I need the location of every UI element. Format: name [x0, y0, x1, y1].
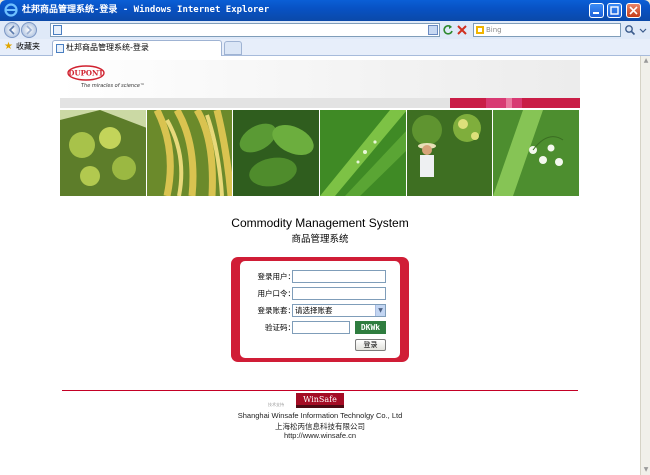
photo-leaves: [233, 110, 320, 196]
photo-rice: [146, 110, 233, 196]
bing-icon: [476, 26, 484, 34]
photo-chestnuts: [60, 110, 146, 196]
photo-farmer: [406, 110, 493, 196]
password-input[interactable]: [292, 287, 386, 300]
page-content: DUPONT The miracles of science™ Commodit…: [0, 56, 640, 475]
powered-by-label: 技术支持: [268, 402, 284, 407]
tab-title: 杜邦商品管理系统-登录: [66, 43, 149, 52]
captcha-image[interactable]: DKWk: [355, 321, 386, 334]
winsafe-logo: WinSafe: [296, 393, 344, 408]
photo-strip: [60, 110, 580, 196]
back-button[interactable]: [4, 22, 20, 38]
refresh-icon[interactable]: [442, 24, 454, 36]
captcha-row: 验证码： DKWk: [240, 320, 400, 335]
search-input[interactable]: Bing: [486, 26, 502, 34]
window-title: 杜邦商品管理系统-登录 - Windows Internet Explorer: [22, 5, 270, 15]
favorites-label: 收藏夹: [16, 42, 40, 51]
user-label: 登录用户：: [257, 272, 296, 281]
scroll-up-icon[interactable]: ▲: [641, 56, 650, 66]
account-select-value: 请选择账套: [295, 306, 333, 315]
page-icon: [53, 25, 62, 35]
company-name-en: Shanghai Winsafe Information Technolgy C…: [237, 411, 403, 420]
tab-bar: ★ 收藏夹 杜邦商品管理系统-登录: [0, 39, 650, 56]
minimize-button[interactable]: [589, 3, 604, 18]
maximize-button[interactable]: [607, 3, 622, 18]
chevron-down-icon[interactable]: ▼: [375, 305, 385, 316]
photo-lily: [493, 110, 580, 196]
dupont-logo: DUPONT: [67, 65, 105, 81]
footer-divider: [62, 390, 578, 391]
account-row: 登录账套： 请选择账套 ▼: [240, 303, 400, 318]
vertical-scrollbar[interactable]: ▲ ▼: [640, 56, 650, 475]
page-icon: [56, 44, 64, 53]
password-row: 用户口令：: [240, 286, 400, 301]
address-dropdown-button[interactable]: [428, 25, 438, 35]
account-label: 登录账套：: [257, 306, 296, 315]
back-arrow-icon: [8, 25, 15, 35]
logo-text: DUPONT: [68, 69, 104, 78]
login-button[interactable]: 登录: [355, 339, 386, 351]
search-box[interactable]: Bing: [473, 23, 621, 37]
photo-water-drop-grass: [320, 110, 406, 196]
close-icon: [629, 6, 638, 15]
captcha-label: 验证码：: [265, 323, 295, 332]
header-banner: DUPONT The miracles of science™: [60, 60, 580, 98]
header-accent: [450, 98, 580, 108]
ie-logo-icon: [4, 3, 18, 17]
close-button[interactable]: [626, 3, 641, 18]
page-title-en: Commodity Management System: [231, 216, 409, 230]
star-icon: ★: [4, 41, 13, 52]
password-label: 用户口令：: [257, 289, 296, 298]
search-options-icon[interactable]: [637, 24, 649, 36]
tagline: The miracles of science™: [81, 83, 145, 89]
maximize-icon: [610, 6, 619, 15]
login-panel: 登录用户： 用户口令： 登录账套： 请选择账套 ▼ 验证码： DKWk 登录: [231, 257, 409, 362]
user-row: 登录用户：: [240, 269, 400, 284]
search-icon[interactable]: [624, 24, 636, 36]
captcha-input[interactable]: [292, 321, 350, 334]
forward-button[interactable]: [21, 22, 37, 38]
address-bar[interactable]: [50, 23, 440, 37]
company-url[interactable]: http://www.winsafe.cn: [0, 431, 640, 440]
stop-icon[interactable]: [456, 24, 468, 36]
favorites-button[interactable]: ★ 收藏夹: [4, 41, 40, 53]
ie-window: 杜邦商品管理系统-登录 - Windows Internet Explorer: [0, 0, 650, 475]
navigation-bar: Bing: [0, 21, 650, 39]
tab-login[interactable]: 杜邦商品管理系统-登录: [52, 40, 222, 56]
forward-arrow-icon: [26, 25, 33, 35]
account-select[interactable]: 请选择账套 ▼: [292, 304, 386, 317]
scroll-down-icon[interactable]: ▼: [641, 465, 650, 475]
title-bar: 杜邦商品管理系统-登录 - Windows Internet Explorer: [0, 0, 650, 21]
new-tab-button[interactable]: [224, 41, 242, 55]
page-title-cn: 商品管理系统: [291, 234, 349, 245]
minimize-icon: [593, 12, 599, 14]
username-input[interactable]: [292, 270, 386, 283]
login-form: 登录用户： 用户口令： 登录账套： 请选择账套 ▼ 验证码： DKWk 登录: [240, 261, 400, 358]
